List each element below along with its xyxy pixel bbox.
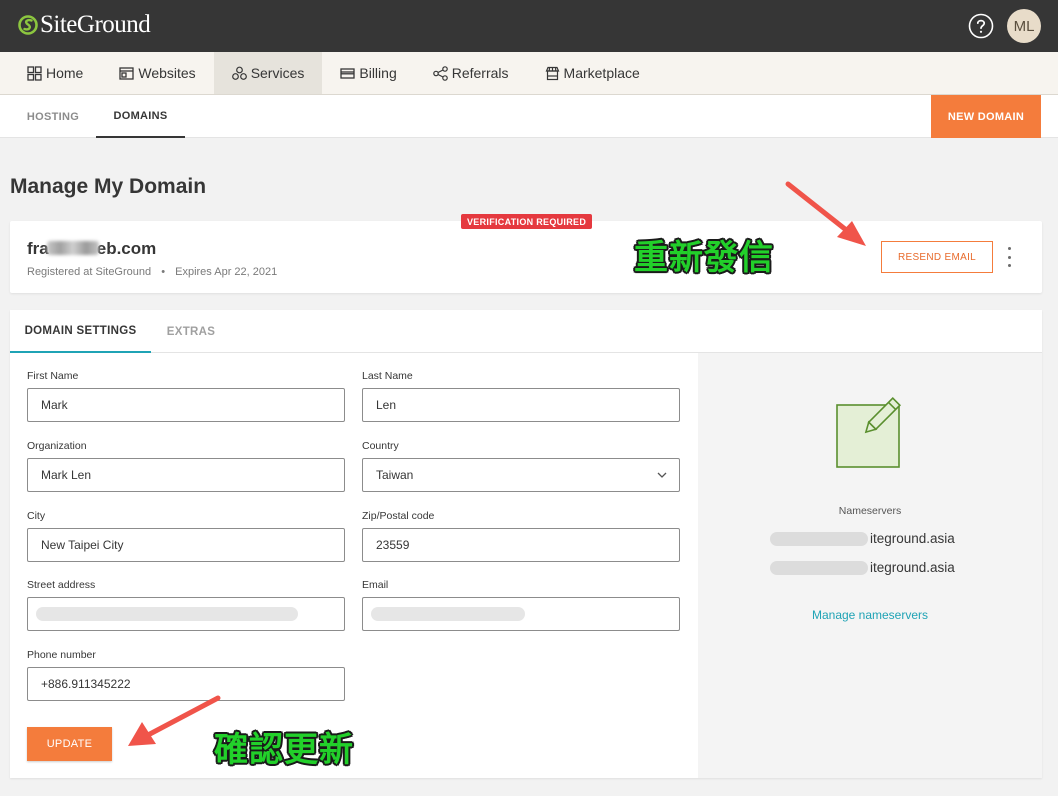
last-name-field[interactable]: Len (362, 388, 680, 422)
page-title: Manage My Domain (10, 175, 207, 198)
tab-hosting[interactable]: HOSTING (10, 95, 96, 138)
domain-name: fra eb.com (27, 239, 156, 259)
grid-icon (27, 65, 42, 81)
registrar-text: Registered at SiteGround (27, 266, 152, 278)
tab-domain-settings[interactable]: DOMAIN SETTINGS (10, 310, 151, 353)
zip-label: Zip/Postal code (362, 510, 435, 522)
last-name-label: Last Name (362, 370, 413, 382)
zip-field[interactable]: 23559 (362, 528, 680, 562)
annotation-update: 確認更新 (214, 730, 354, 770)
nameserver-1: iteground.asia (770, 531, 955, 546)
manage-nameservers-link[interactable]: Manage nameservers (698, 608, 1042, 622)
siteground-logo-icon (18, 15, 38, 35)
services-icon (231, 66, 247, 80)
siteground-logo[interactable]: SiteGround (18, 11, 151, 39)
phone-field[interactable]: +886.911345222 (27, 667, 345, 701)
settings-tabs: DOMAIN SETTINGS EXTRAS (10, 310, 1042, 353)
country-value: Taiwan (376, 468, 414, 482)
nav-services[interactable]: Services (213, 52, 323, 94)
street-field[interactable] (27, 597, 345, 631)
meta-separator: • (161, 266, 166, 278)
email-label: Email (362, 579, 389, 591)
nameserver-1-text: iteground.asia (870, 531, 955, 546)
nav-home[interactable]: Home (0, 52, 101, 94)
domain-settings-panel: DOMAIN SETTINGS EXTRAS First Name Mark L… (10, 310, 1042, 778)
redacted-blur (371, 607, 525, 621)
tab-domains[interactable]: DOMAINS (96, 95, 185, 138)
organization-field[interactable]: Mark Len (27, 458, 345, 492)
city-label: City (27, 510, 46, 522)
update-button[interactable]: UPDATE (27, 727, 112, 761)
resend-email-button[interactable]: RESEND EMAIL (881, 241, 993, 273)
domain-name-prefix: fra (27, 239, 49, 258)
domain-name-suffix: eb.com (96, 239, 157, 258)
redacted-blur (36, 607, 298, 621)
top-bar: SiteGround ML (0, 0, 1058, 52)
annotation-resend: 重新發信 (634, 238, 774, 278)
organization-label: Organization (27, 440, 87, 452)
redacted-blur (770, 560, 868, 575)
first-name-label: First Name (27, 370, 79, 382)
tab-extras[interactable]: EXTRAS (151, 310, 231, 353)
credit-card-icon (340, 67, 356, 79)
more-options-icon[interactable] (1004, 247, 1014, 267)
country-label: Country (362, 440, 399, 452)
redacted-blur (46, 241, 99, 255)
nav-home-label: Home (46, 65, 84, 81)
verification-badge: VERIFICATION REQUIRED (461, 214, 593, 229)
new-domain-button[interactable]: NEW DOMAIN (931, 95, 1041, 138)
nav-referrals-label: Referrals (451, 65, 509, 81)
domain-card: VERIFICATION REQUIRED fra eb.com Register… (10, 214, 1042, 293)
nav-websites-label: Websites (138, 65, 196, 81)
nav-billing-label: Billing (359, 65, 397, 81)
phone-label: Phone number (27, 649, 96, 661)
browser-icon (119, 66, 135, 80)
edit-note-icon (836, 397, 901, 468)
city-field[interactable]: New Taipei City (27, 528, 345, 562)
nav-billing[interactable]: Billing (322, 52, 414, 94)
help-icon[interactable] (968, 13, 994, 39)
expiry-text: Expires Apr 22, 2021 (175, 266, 278, 278)
nameservers-label: Nameservers (838, 505, 902, 517)
nameservers-panel: Nameservers iteground.asia iteground.asi… (698, 353, 1042, 778)
email-field[interactable] (362, 597, 680, 631)
sub-nav: HOSTING DOMAINS (0, 95, 1058, 138)
redacted-blur (770, 531, 868, 546)
domain-meta: Registered at SiteGround • Expires Apr 2… (27, 266, 277, 278)
main-nav: Home Websites Services Billing Referrals… (0, 52, 1058, 95)
nav-websites[interactable]: Websites (101, 52, 213, 94)
nav-services-label: Services (250, 65, 305, 81)
chevron-down-icon (657, 472, 667, 478)
nav-marketplace-label: Marketplace (563, 65, 640, 81)
nav-referrals[interactable]: Referrals (415, 52, 527, 94)
nameserver-2: iteground.asia (770, 560, 955, 575)
nameserver-2-text: iteground.asia (870, 560, 955, 575)
first-name-field[interactable]: Mark (27, 388, 345, 422)
nav-marketplace[interactable]: Marketplace (527, 52, 658, 94)
share-icon (432, 65, 448, 81)
user-avatar[interactable]: ML (1007, 9, 1041, 43)
street-label: Street address (27, 579, 96, 591)
country-select[interactable]: Taiwan (362, 458, 680, 492)
store-icon (545, 66, 559, 80)
brand-name: SiteGround (40, 11, 151, 38)
